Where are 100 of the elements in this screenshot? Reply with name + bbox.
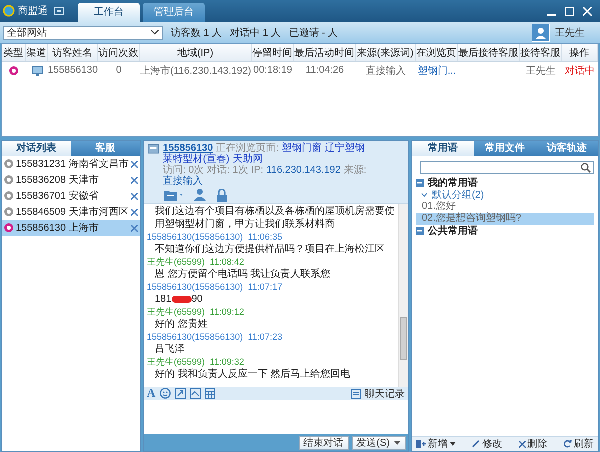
tree-item[interactable]: 公共常用语 <box>416 225 594 237</box>
close-icon[interactable] <box>131 160 138 168</box>
close-icon[interactable] <box>131 208 138 216</box>
message-time: 11:07:17 <box>248 281 282 293</box>
chat-history-button[interactable]: 聊天记录 <box>351 386 405 400</box>
page-link[interactable]: 天助网 <box>232 154 263 165</box>
send-button[interactable]: 发送(S) <box>352 436 406 450</box>
tree-item[interactable]: 默认分组(2) <box>416 189 594 201</box>
search-field[interactable] <box>420 161 594 174</box>
main-tab[interactable]: 工作台 <box>78 3 140 22</box>
scrollbar[interactable] <box>398 204 408 387</box>
table-cell-text: 王先生 <box>525 64 557 78</box>
page-link[interactable]: 辽宁塑钢 <box>324 143 365 154</box>
chat-status-icon <box>9 66 19 76</box>
globe-icon <box>3 5 15 17</box>
visit-info: 116.230.143.192 <box>266 165 341 176</box>
monitor-icon <box>32 66 42 76</box>
pencil-icon <box>472 440 480 448</box>
message-text: 90 <box>192 293 203 306</box>
sender-name: 155856130(155856130) <box>147 331 244 343</box>
person-icon[interactable] <box>194 189 207 201</box>
refresh-button[interactable]: 刷新 <box>564 437 594 451</box>
visit-info: IP: <box>251 165 264 176</box>
redaction-mark <box>172 296 192 303</box>
page-link[interactable]: 塑钢门窗 <box>282 143 322 154</box>
column-header: 渠道 <box>26 44 48 61</box>
message-text: 我们这边有个项目有栋栖以及各栋栖的屋顶机房需要使用塑钢型材门窗，甲方让我们联系材料商 <box>154 205 395 231</box>
conversation-item[interactable]: 155836701 安徽省 <box>2 188 140 204</box>
user-name: 王先生 <box>555 26 585 40</box>
collapse-icon <box>416 179 424 187</box>
visit-info: 来源: <box>344 165 367 176</box>
app-logo-button[interactable]: 商盟通 <box>3 0 48 22</box>
column-header: 操作 <box>562 44 598 61</box>
browsing-label: 正在浏览页面: <box>216 143 279 154</box>
column-header: 地域(IP) <box>140 44 252 61</box>
stat-text: 已邀请 - 人 <box>289 26 338 40</box>
folder-icon[interactable] <box>164 189 184 201</box>
table-cell-text: 直接输入 <box>365 64 407 78</box>
column-header: 类型 <box>2 44 26 61</box>
close-icon[interactable] <box>131 192 138 200</box>
conversation-item[interactable]: 155831231 海南省文昌市 <box>2 156 140 172</box>
message-time: 11:09:32 <box>210 356 244 368</box>
visitor-name: 155856130 <box>163 143 214 154</box>
window-icon[interactable] <box>54 7 64 15</box>
screenshot-icon[interactable] <box>190 388 201 399</box>
panel-tab[interactable]: 对话列表 <box>2 141 71 156</box>
maximize-icon[interactable] <box>565 6 574 16</box>
page-link[interactable]: 莱特型材(宣春) <box>163 154 230 165</box>
tree-item[interactable]: 我的常用语 <box>416 177 594 189</box>
message-text: 181 <box>155 293 172 306</box>
status-text: 对话中 <box>564 64 596 78</box>
conversation-item[interactable]: 155846509 天津市河西区 <box>2 204 140 220</box>
delete-icon <box>518 440 526 448</box>
add-icon <box>416 440 426 448</box>
panel-tab[interactable]: 常用语 <box>412 141 474 156</box>
message-time: 11:07:23 <box>248 331 282 343</box>
sender-name: 155856130(155856130) <box>147 231 244 243</box>
refresh-icon <box>564 440 572 448</box>
column-header: 接待客服 <box>520 44 562 61</box>
stat-text: 对话中 1 人 <box>230 26 282 40</box>
message-time: 11:06:35 <box>248 231 282 243</box>
sender-name: 王先生(65599) <box>147 306 206 318</box>
document-icon <box>351 388 361 398</box>
visit-info: 访问: 0次 <box>163 165 204 176</box>
caret-icon <box>394 440 401 444</box>
caret-icon <box>151 30 159 35</box>
page-link[interactable]: 塑钢门... <box>416 62 458 79</box>
message-text: 吕飞泽 <box>154 343 186 356</box>
phrase-item[interactable]: 02.您是想咨询塑钢吗? <box>416 213 594 225</box>
add-button[interactable]: 新增 <box>416 437 456 451</box>
collapse-icon <box>416 227 424 235</box>
table-cell-text: 11:04:26 <box>304 64 346 78</box>
conversation-item[interactable]: 155836208 天津市 <box>2 172 140 188</box>
table-cell-text: 上海市(116.230.143.192) <box>140 64 252 78</box>
column-header: 最后活动时间 <box>294 44 356 61</box>
table-cell-text: 0 <box>115 64 123 78</box>
lock-icon[interactable] <box>217 188 227 202</box>
message-input[interactable] <box>144 400 408 434</box>
message-text: 恩 您方便留个电话吗 我让负责人联系您 <box>154 268 332 281</box>
column-header: 来源(来源词) <box>356 44 416 61</box>
calculator-icon[interactable] <box>204 388 215 399</box>
stat-text: 访客数 1 人 <box>171 26 222 40</box>
end-chat-button[interactable]: 结束对话 <box>298 436 349 450</box>
message-time: 11:09:12 <box>210 306 244 318</box>
site-select[interactable]: 全部网站 <box>3 26 163 40</box>
search-icon <box>581 162 591 172</box>
smiley-icon[interactable] <box>160 388 171 399</box>
close-icon[interactable] <box>131 176 138 184</box>
delete-button[interactable]: 删除 <box>518 437 548 451</box>
conversation-item[interactable]: 155856130 上海市 <box>2 220 140 236</box>
message-text: 好的 我和负责人反应一下 然后马上给您回电 <box>154 368 352 381</box>
phrase-item[interactable]: 01.您好 <box>416 201 594 213</box>
image-icon[interactable] <box>174 388 186 399</box>
font-button[interactable]: A <box>147 386 156 401</box>
message-time: 11:08:42 <box>210 256 244 268</box>
edit-button[interactable]: 修改 <box>472 437 502 451</box>
message-text: 不知道你们这边方便提供样品吗？项目在上海松江区 <box>154 243 386 256</box>
caret-icon <box>450 442 456 446</box>
visitor-card-icon <box>148 143 160 155</box>
table-cell-text: 00:18:19 <box>252 64 294 78</box>
